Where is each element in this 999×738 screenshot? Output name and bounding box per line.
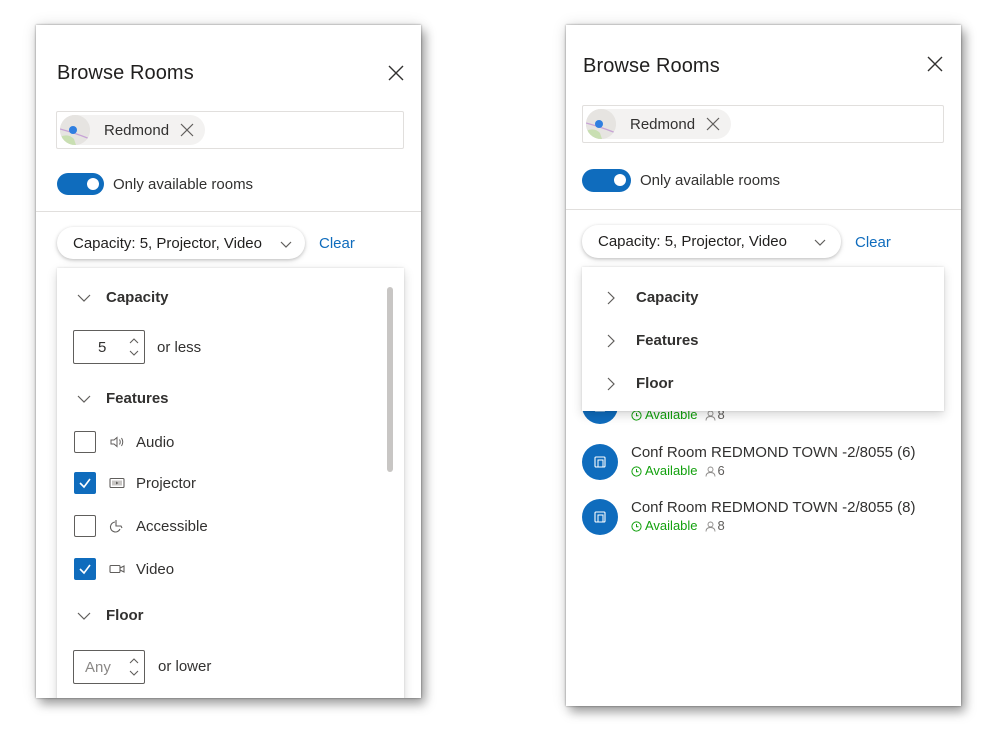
section-label: Capacity	[636, 289, 699, 306]
divider	[36, 211, 421, 212]
room-status: Available	[645, 463, 698, 478]
filter-summary: Capacity: 5, Projector, Video	[73, 234, 262, 252]
section-label: Features	[106, 390, 169, 407]
clock-icon	[631, 409, 642, 421]
map-icon	[586, 109, 616, 139]
checkbox[interactable]	[74, 431, 96, 453]
room-list-item[interactable]: Conf Room REDMOND TOWN -2/8055 (6) Avail…	[582, 444, 916, 480]
chevron-right-icon	[604, 334, 618, 348]
browse-rooms-panel-expanded: Browse Rooms Redmond Only available room…	[36, 25, 421, 698]
feature-option-video[interactable]: Video	[74, 558, 174, 580]
clock-icon	[631, 520, 642, 532]
accessible-icon	[108, 517, 126, 535]
location-chip: Redmond	[60, 115, 206, 145]
close-icon	[927, 56, 943, 72]
feature-option-accessible[interactable]: Accessible	[74, 515, 208, 537]
chevron-down-icon	[77, 392, 91, 406]
section-label: Floor	[636, 375, 674, 392]
remove-location-button[interactable]	[705, 116, 721, 132]
chevron-down-icon	[279, 237, 293, 251]
person-icon	[705, 521, 716, 532]
feature-label: Audio	[136, 433, 175, 451]
checkbox[interactable]	[74, 472, 96, 494]
section-features-header[interactable]: Features	[604, 332, 699, 349]
room-icon	[582, 444, 618, 480]
speaker-icon	[108, 433, 126, 451]
chevron-down-icon	[813, 235, 827, 249]
video-camera-icon	[108, 560, 126, 578]
remove-location-button[interactable]	[179, 122, 195, 138]
person-icon	[705, 466, 716, 477]
floor-placeholder: Any	[85, 658, 111, 676]
projector-icon	[108, 474, 126, 492]
checkbox[interactable]	[74, 558, 96, 580]
room-name: Conf Room REDMOND TOWN -2/8055 (6)	[631, 444, 916, 461]
spin-arrows-icon[interactable]	[127, 334, 141, 360]
feature-label: Projector	[136, 474, 197, 492]
location-chip: Redmond	[586, 109, 732, 139]
floor-suffix: or lower	[158, 658, 212, 675]
room-icon	[582, 499, 618, 535]
close-icon	[180, 123, 194, 137]
location-input[interactable]: Redmond	[582, 105, 944, 143]
section-floor-header[interactable]: Floor	[77, 607, 144, 624]
available-rooms-toggle[interactable]	[57, 173, 104, 195]
section-capacity-header[interactable]: Capacity	[604, 289, 699, 306]
close-icon	[388, 65, 404, 81]
available-rooms-toggle[interactable]	[582, 169, 631, 192]
person-icon	[705, 410, 716, 421]
toggle-label: Only available rooms	[640, 172, 781, 189]
available-rooms-toggle-row: Only available rooms	[582, 169, 780, 192]
divider	[566, 209, 961, 210]
chevron-down-icon	[77, 291, 91, 305]
capacity-spinbutton[interactable]: 5	[73, 330, 145, 364]
close-button[interactable]	[387, 64, 405, 82]
section-label: Capacity	[106, 289, 169, 306]
room-status: Available	[645, 518, 698, 533]
panel-title: Browse Rooms	[583, 55, 720, 77]
feature-label: Accessible	[136, 517, 208, 535]
panel-title: Browse Rooms	[57, 62, 194, 84]
section-capacity-header[interactable]: Capacity	[77, 289, 169, 306]
room-list-item[interactable]: Conf Room REDMOND TOWN -2/8055 (8) Avail…	[582, 499, 916, 535]
feature-option-projector[interactable]: Projector	[74, 472, 196, 494]
map-icon	[60, 115, 90, 145]
scrollbar-thumb[interactable]	[387, 287, 393, 472]
checkbox[interactable]	[74, 515, 96, 537]
floor-spinbutton[interactable]: Any	[73, 650, 145, 684]
available-rooms-toggle-row: Only available rooms	[57, 173, 253, 195]
filter-dropdown-button[interactable]: Capacity: 5, Projector, Video	[57, 227, 305, 259]
clock-icon	[631, 465, 642, 477]
location-chip-label: Redmond	[630, 115, 696, 133]
feature-option-audio[interactable]: Audio	[74, 431, 174, 453]
toggle-label: Only available rooms	[113, 175, 254, 193]
clear-filters-link[interactable]: Clear	[855, 234, 891, 251]
room-capacity: 6	[717, 463, 725, 478]
filter-dropdown-panel: Capacity 5 or less Features Audio Projec…	[57, 268, 404, 698]
chevron-right-icon	[604, 377, 618, 391]
chevron-right-icon	[604, 291, 618, 305]
close-button[interactable]	[926, 55, 944, 73]
section-features-header[interactable]: Features	[77, 390, 169, 407]
section-label: Floor	[106, 607, 144, 624]
spin-arrows-icon[interactable]	[127, 654, 141, 680]
browse-rooms-panel-collapsed: Browse Rooms Redmond Only available room…	[566, 25, 961, 706]
close-icon	[706, 117, 720, 131]
location-input[interactable]: Redmond	[56, 111, 404, 149]
filter-summary: Capacity: 5, Projector, Video	[598, 233, 787, 250]
feature-label: Video	[136, 560, 175, 578]
filter-dropdown-button[interactable]: Capacity: 5, Projector, Video	[582, 225, 841, 258]
room-capacity: 8	[717, 518, 725, 533]
room-name: Conf Room REDMOND TOWN -2/8055 (8)	[631, 499, 916, 516]
capacity-value: 5	[98, 338, 107, 356]
section-label: Features	[636, 332, 699, 349]
location-chip-label: Redmond	[104, 121, 170, 139]
clear-filters-link[interactable]: Clear	[319, 235, 355, 252]
filter-dropdown-panel: Capacity Features Floor	[582, 267, 944, 411]
chevron-down-icon	[77, 609, 91, 623]
capacity-suffix: or less	[157, 339, 202, 356]
section-floor-header[interactable]: Floor	[604, 375, 674, 392]
